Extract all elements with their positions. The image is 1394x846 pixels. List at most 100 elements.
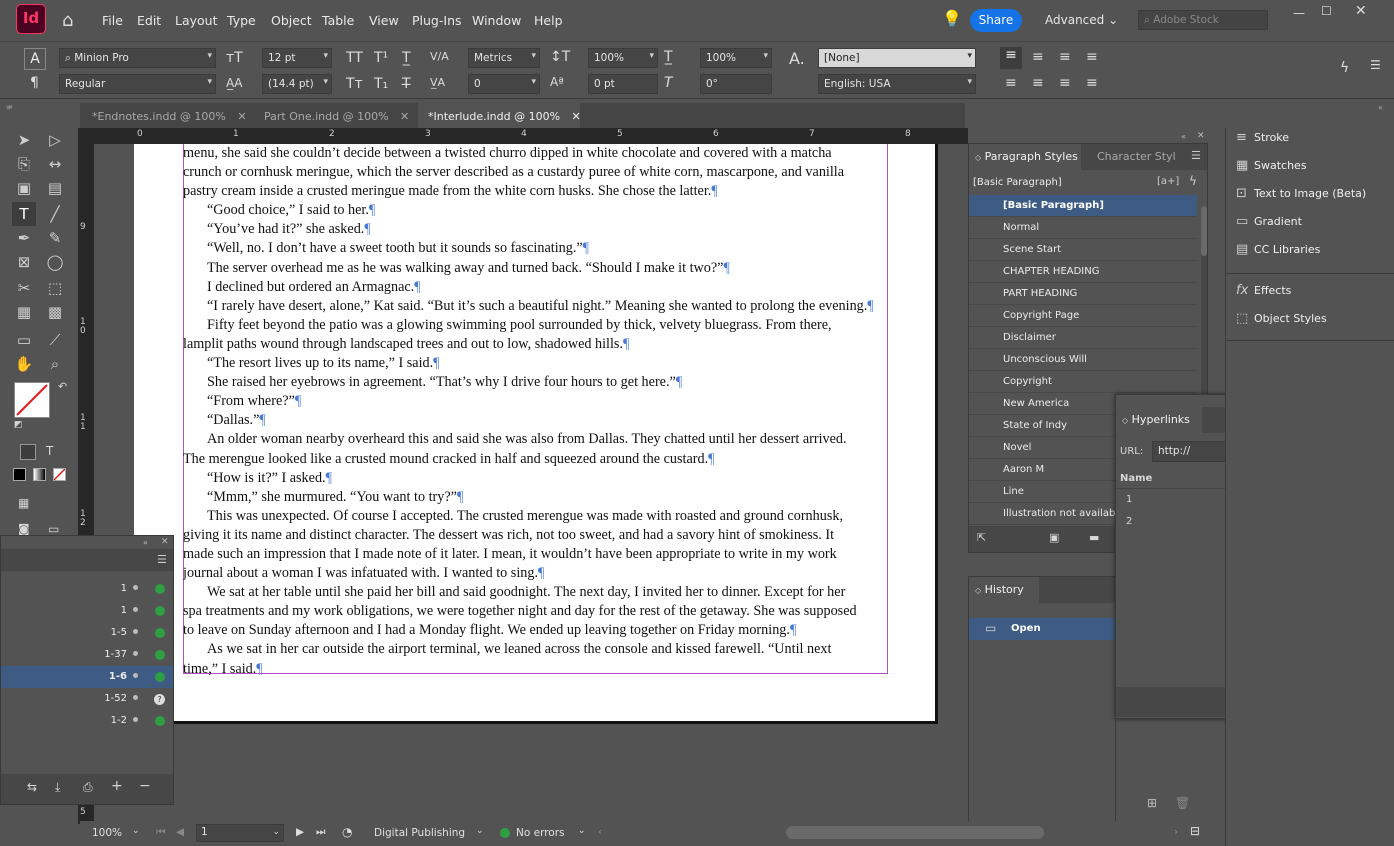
panel-menu-icon[interactable]: ☰ (1191, 149, 1201, 162)
tab-endnotes[interactable]: *Endnotes.indd @ 100% ✕ (82, 103, 250, 128)
apply-none-icon[interactable] (53, 468, 66, 481)
scrollbar-thumb[interactable] (1201, 206, 1207, 256)
formatting-container-icon[interactable] (20, 444, 36, 460)
direct-selection-tool-icon[interactable]: ▷ (43, 128, 67, 152)
tab-history[interactable]: ◇ History (969, 577, 1039, 603)
align-right-icon[interactable]: ≡ (1059, 49, 1071, 65)
collapse-icon[interactable]: « (1181, 132, 1186, 141)
story-line[interactable]: An older woman nearby overheard this and… (183, 430, 887, 449)
story-line[interactable]: This was unexpected. Of course I accepte… (183, 507, 887, 526)
new-item-icon[interactable]: ⊞ (1147, 796, 1157, 810)
page-row[interactable]: 1 (1, 600, 173, 622)
add-icon[interactable]: + (111, 778, 123, 794)
story-line[interactable]: journal about a woman I was infatuated w… (183, 564, 887, 583)
chevron-down-icon[interactable]: ⌄ (132, 826, 140, 836)
panel-cc-libraries[interactable]: ▤ CC Libraries (1236, 242, 1320, 262)
skew-field[interactable]: 0° (700, 74, 772, 94)
pencil-tool-icon[interactable]: ✎ (43, 226, 67, 250)
preview-icon[interactable]: ◙ (18, 522, 30, 536)
tab-character-styles[interactable]: Character Styl (1097, 150, 1176, 163)
kerning-field[interactable]: Metrics ▾ (468, 48, 540, 68)
story-line[interactable]: menu, she said she couldn’t decide betwe… (183, 144, 887, 163)
style-item[interactable]: Copyright Page (969, 305, 1197, 327)
strikethrough-icon[interactable]: T̶ (402, 76, 411, 92)
remove-icon[interactable]: − (139, 778, 151, 794)
eyedropper-tool-icon[interactable]: ⟋ (43, 328, 67, 352)
relink-icon[interactable]: ⇆ (27, 780, 37, 794)
pen-tool-icon[interactable]: ✒ (12, 226, 36, 250)
story-line[interactable]: “Mmm,” she murmured. “You want to try?”¶ (183, 488, 887, 507)
gradient-swatch-tool-icon[interactable]: ▦ (12, 300, 36, 324)
horizontal-scale-field[interactable]: 100% ▾ (700, 48, 772, 68)
new-group-icon[interactable]: ▣ (1049, 531, 1059, 544)
story-line[interactable]: “From where?”¶ (183, 392, 887, 411)
story-line[interactable]: “I rarely have desert, alone,” Kat said.… (183, 297, 887, 316)
page-row[interactable]: 1 (1, 578, 173, 600)
menu-type[interactable]: Type (227, 13, 256, 28)
all-caps-icon[interactable]: TT (346, 50, 363, 66)
note-tool-icon[interactable]: ▭ (12, 328, 36, 352)
small-caps-icon[interactable]: Tт (346, 76, 363, 92)
page-number-field[interactable]: 1 ⌄ (196, 824, 284, 842)
rectangle-frame-tool-icon[interactable]: ⊠ (12, 250, 36, 274)
story-line[interactable]: to leave on Sunday afternoon and I had a… (183, 621, 887, 640)
page-tool-icon[interactable]: ⎘ (12, 152, 36, 176)
story-line[interactable]: “Good choice,” I said to her.¶ (183, 201, 887, 220)
story-line[interactable]: giving it its name and distinct characte… (183, 526, 887, 545)
history-item[interactable]: ▭ Open (969, 618, 1115, 640)
zoom-level[interactable]: 100% (92, 827, 122, 839)
close-icon[interactable]: ✕ (1197, 131, 1205, 141)
paragraph-formatting-icon[interactable]: ¶ (30, 75, 39, 91)
menu-file[interactable]: File (102, 13, 123, 28)
clear-overrides-icon[interactable]: ⇱ (977, 531, 986, 544)
content-collector-icon[interactable]: ▣ (12, 176, 36, 200)
story-line[interactable]: “How is it?” I asked.¶ (183, 469, 887, 488)
selection-tool-icon[interactable]: ➤ (12, 128, 36, 152)
font-size-field[interactable]: 12 pt ▾ (262, 48, 332, 68)
baseline-shift-field[interactable]: 0 pt (588, 74, 658, 94)
story-line[interactable]: “Well, no. I don’t have a sweet tooth bu… (183, 239, 887, 258)
page-row[interactable]: 1-37 (1, 644, 173, 666)
adobe-stock-search[interactable]: ⌕ Adobe Stock (1138, 10, 1268, 30)
last-page-icon[interactable]: ⏭ (316, 826, 325, 839)
align-left-icon[interactable]: ≡ (1000, 47, 1022, 69)
justify-right-icon[interactable]: ≡ (1059, 75, 1071, 91)
hand-tool-icon[interactable]: ✋ (12, 352, 36, 376)
tab-paragraph-styles[interactable]: ◇ Paragraph Styles (969, 144, 1081, 170)
justify-left-icon[interactable]: ≡ (1005, 75, 1017, 91)
story-text[interactable]: menu, she said she couldn’t decide betwe… (183, 144, 887, 679)
line-tool-icon[interactable]: ╱ (43, 202, 67, 226)
style-item[interactable]: [Basic Paragraph] (969, 195, 1197, 217)
menu-table[interactable]: Table (322, 13, 354, 28)
story-line[interactable]: “Dallas.”¶ (183, 411, 887, 430)
quick-actions-icon[interactable]: ϟ (1340, 60, 1349, 76)
vertical-scale-field[interactable]: 100% ▾ (588, 48, 658, 68)
menu-object[interactable]: Object (271, 13, 312, 28)
panel-gradient[interactable]: ▭ Gradient (1236, 214, 1302, 234)
chevron-down-icon[interactable]: ⌄ (578, 826, 586, 836)
next-page-icon[interactable]: ▶ (296, 826, 304, 838)
story-line[interactable]: spa treatments and my work obligations, … (183, 602, 887, 621)
prev-page-icon[interactable]: ◀ (176, 826, 184, 838)
formatting-text-icon[interactable]: T (46, 444, 53, 458)
close-icon[interactable]: ✕ (572, 110, 581, 123)
zoom-tool-icon[interactable]: ⌕ (43, 352, 67, 376)
minimize-icon[interactable]: — (1293, 6, 1305, 20)
menu-layout[interactable]: Layout (175, 13, 218, 28)
scroll-right-icon[interactable]: › (1174, 826, 1178, 838)
align-center-icon[interactable]: ≡ (1032, 49, 1044, 65)
chevron-down-icon[interactable]: ⌄ (476, 826, 484, 836)
first-page-icon[interactable]: ⏮ (156, 826, 165, 839)
page-row[interactable]: 1-52? (1, 688, 173, 710)
home-icon[interactable]: ⌂ (62, 10, 73, 31)
quick-apply-icon[interactable]: ϟ (1189, 174, 1197, 188)
ellipse-tool-icon[interactable]: ◯ (43, 250, 67, 274)
story-line[interactable]: time,” I said.¶ (183, 660, 887, 679)
superscript-icon[interactable]: T¹ (374, 50, 388, 66)
story-line[interactable]: We sat at her table until she paid her b… (183, 583, 887, 602)
open-page-icon[interactable]: ◔ (342, 825, 352, 839)
tab-part-one[interactable]: Part One.indd @ 100% ✕ (254, 103, 414, 128)
apply-gradient-icon[interactable] (33, 468, 46, 481)
panel-effects[interactable]: fx Effects (1236, 283, 1291, 303)
lightbulb-icon[interactable]: 💡 (942, 9, 962, 28)
